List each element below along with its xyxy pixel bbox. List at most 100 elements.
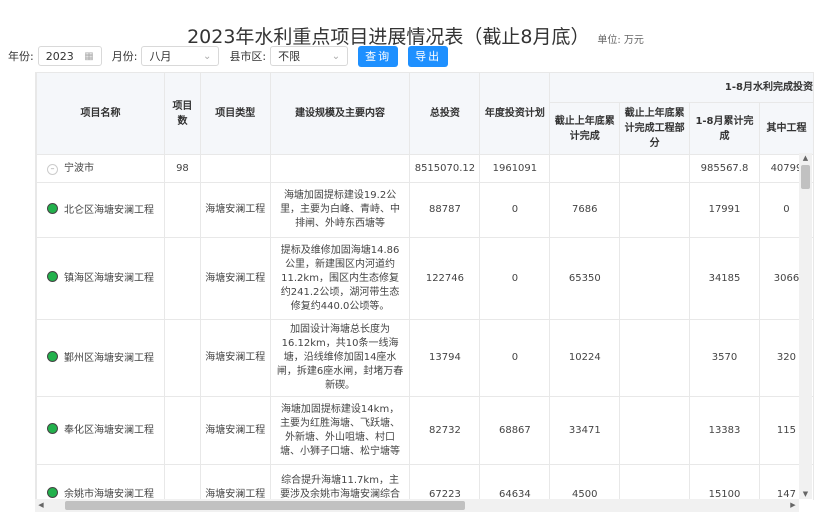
cell-annual: 0 bbox=[479, 319, 551, 397]
horizontal-scroll-thumb[interactable] bbox=[65, 501, 465, 510]
cell-ytd: 34185 bbox=[689, 237, 760, 320]
header-total-investment: 总投资 bbox=[409, 72, 481, 155]
scroll-right-arrow-icon[interactable]: ▶ bbox=[787, 499, 799, 512]
cell-count: 98 bbox=[163, 154, 201, 183]
cell-total: 13794 bbox=[409, 319, 481, 397]
cell-type: 海塘安澜工程 bbox=[199, 237, 271, 320]
cell-scale: 加固设计海塘总长度为16.12km，共10条一线海塘，沿线维修加固14座水闸，拆… bbox=[269, 319, 411, 397]
project-name-text: 鄞州区海塘安澜工程 bbox=[64, 352, 154, 364]
table-row[interactable]: – 宁波市 98 8515070.12 1961091 985567.8 4079… bbox=[36, 154, 814, 183]
status-dot-icon bbox=[47, 487, 58, 498]
cell-type: 海塘安澜工程 bbox=[199, 319, 271, 397]
calendar-icon: ▦ bbox=[84, 50, 94, 62]
cell-scale bbox=[269, 154, 411, 183]
cell-project-name[interactable]: 奉化区海塘安澜工程 bbox=[36, 396, 165, 465]
cell-count bbox=[163, 319, 201, 397]
horizontal-scrollbar[interactable]: ◀ ▶ bbox=[35, 499, 799, 512]
table-row[interactable]: 鄞州区海塘安澜工程 海塘安澜工程 加固设计海塘总长度为16.12km，共10条一… bbox=[36, 319, 814, 397]
cell-prev-engineering bbox=[619, 237, 691, 320]
cell-type: 海塘安澜工程 bbox=[199, 464, 271, 500]
header-annual-plan: 年度投资计划 bbox=[479, 72, 551, 155]
cell-type: 海塘安澜工程 bbox=[199, 182, 271, 238]
cell-annual: 0 bbox=[479, 182, 551, 238]
chevron-down-icon: ⌄ bbox=[331, 50, 341, 62]
county-value: 不限 bbox=[278, 50, 301, 63]
table-row[interactable]: 余姚市海塘安澜工程 海塘安澜工程 综合提升海塘11.7km，主要涉及余姚市海塘安… bbox=[36, 464, 814, 500]
cell-prev-engineering bbox=[619, 182, 691, 238]
cell-type bbox=[199, 154, 271, 183]
month-select[interactable]: 八月 ⌄ bbox=[141, 46, 220, 66]
cell-total: 8515070.12 bbox=[409, 154, 481, 183]
cell-type: 海塘安澜工程 bbox=[199, 396, 271, 465]
header-project-type: 项目类型 bbox=[199, 72, 271, 155]
cell-count bbox=[163, 182, 201, 238]
cell-annual: 68867 bbox=[479, 396, 551, 465]
cell-prev-completed: 33471 bbox=[549, 396, 621, 465]
table-row[interactable]: 镇海区海塘安澜工程 海塘安澜工程 提标及维修加固海塘14.86公里，新建围区内河… bbox=[36, 237, 814, 320]
cell-total: 82732 bbox=[409, 396, 481, 465]
county-label: 县市区: bbox=[229, 50, 267, 63]
vertical-scrollbar[interactable]: ▲ ▼ bbox=[799, 153, 812, 499]
cell-ytd: 15100 bbox=[689, 464, 760, 500]
cell-total: 122746 bbox=[409, 237, 481, 320]
header-scale: 建设规模及主要内容 bbox=[269, 72, 411, 155]
table-row[interactable]: 北仑区海塘安澜工程 海塘安澜工程 海塘加固提标建设19.2公里，主要为白峰、青峙… bbox=[36, 182, 814, 238]
cell-prev-engineering bbox=[619, 319, 691, 397]
cell-scale: 海塘加固提标建设14km，主要为红胜海塘、飞跃塘、外新塘、外山咀塘、村口塘、小狮… bbox=[269, 396, 411, 465]
cell-project-name[interactable]: 北仑区海塘安澜工程 bbox=[36, 182, 165, 238]
status-dot-icon bbox=[47, 271, 58, 282]
header-project-count: 项目数 bbox=[163, 72, 201, 155]
scroll-down-arrow-icon[interactable]: ▼ bbox=[799, 489, 812, 499]
cell-project-name[interactable]: 镇海区海塘安澜工程 bbox=[36, 237, 165, 320]
cell-count bbox=[163, 464, 201, 500]
year-picker[interactable]: 2023 ▦ bbox=[37, 46, 102, 66]
scroll-up-arrow-icon[interactable]: ▲ bbox=[799, 153, 812, 163]
filter-bar: 年份: 2023 ▦ 月份: 八月 ⌄ 县市区: 不限 ⌄ 查询 导出 bbox=[8, 44, 449, 68]
export-button[interactable]: 导出 bbox=[408, 45, 449, 67]
status-dot-icon bbox=[47, 202, 58, 214]
year-label: 年份: bbox=[8, 50, 34, 63]
cell-annual: 64634 bbox=[479, 464, 551, 500]
month-label: 月份: bbox=[111, 50, 138, 63]
cell-prev-engineering bbox=[619, 154, 691, 183]
county-select[interactable]: 不限 ⌄ bbox=[270, 46, 349, 66]
cell-prev-completed: 65350 bbox=[549, 237, 621, 320]
cell-prev-completed: 4500 bbox=[549, 464, 621, 500]
cell-total: 67223 bbox=[409, 464, 481, 500]
header-prev-completed: 截止上年底累计完成 bbox=[549, 102, 621, 155]
vertical-scroll-thumb[interactable] bbox=[801, 165, 810, 189]
status-dot-icon bbox=[47, 423, 58, 434]
query-button[interactable]: 查询 bbox=[358, 45, 399, 67]
scroll-left-arrow-icon[interactable]: ◀ bbox=[35, 499, 47, 512]
project-name-text: 奉化区海塘安澜工程 bbox=[64, 425, 154, 436]
unit-label: 单位: 万元 bbox=[597, 35, 644, 46]
month-value: 八月 bbox=[149, 50, 172, 63]
status-dot-icon bbox=[47, 350, 58, 362]
cell-total: 88787 bbox=[409, 182, 481, 238]
cell-annual: 0 bbox=[479, 237, 551, 320]
cell-project-name[interactable]: – 宁波市 bbox=[36, 154, 165, 183]
cell-prev-engineering bbox=[619, 396, 691, 465]
header-prev-engineering: 截止上年底累计完成工程部分 bbox=[619, 102, 691, 155]
cell-ytd: 3570 bbox=[689, 319, 760, 397]
data-table: 项目名称 项目数 项目类型 建设规模及主要内容 总投资 年度投资计划 1-8月水… bbox=[36, 72, 814, 500]
cell-scale: 海塘加固提标建设19.2公里，主要为白峰、青峙、中排闸、外峙东西塘等 bbox=[269, 182, 411, 238]
header-ytd-completed: 1-8月累计完成 bbox=[689, 102, 760, 155]
cell-scale: 综合提升海塘11.7km，主要涉及余姚市海塘安澜综合提升工程（陶家路江以东段） bbox=[269, 464, 411, 500]
year-value: 2023 bbox=[45, 49, 74, 63]
cell-ytd: 17991 bbox=[689, 182, 760, 238]
collapse-icon[interactable]: – bbox=[47, 163, 58, 175]
cell-project-name[interactable]: 鄞州区海塘安澜工程 bbox=[36, 319, 165, 397]
project-name-text: 镇海区海塘安澜工程 bbox=[64, 273, 154, 284]
cell-prev-completed: 7686 bbox=[549, 182, 621, 238]
header-project-name: 项目名称 bbox=[36, 72, 165, 155]
project-name-text: 宁波市 bbox=[64, 162, 94, 174]
project-name-text: 北仑区海塘安澜工程 bbox=[64, 204, 154, 216]
chevron-down-icon: ⌄ bbox=[203, 50, 212, 62]
table-row[interactable]: 奉化区海塘安澜工程 海塘安澜工程 海塘加固提标建设14km，主要为红胜海塘、飞跃… bbox=[36, 396, 814, 465]
cell-prev-completed: 10224 bbox=[549, 319, 621, 397]
cell-ytd: 13383 bbox=[689, 396, 760, 465]
cell-ytd: 985567.8 bbox=[689, 154, 760, 183]
cell-project-name[interactable]: 余姚市海塘安澜工程 bbox=[36, 464, 165, 500]
cell-prev-completed bbox=[549, 154, 621, 183]
